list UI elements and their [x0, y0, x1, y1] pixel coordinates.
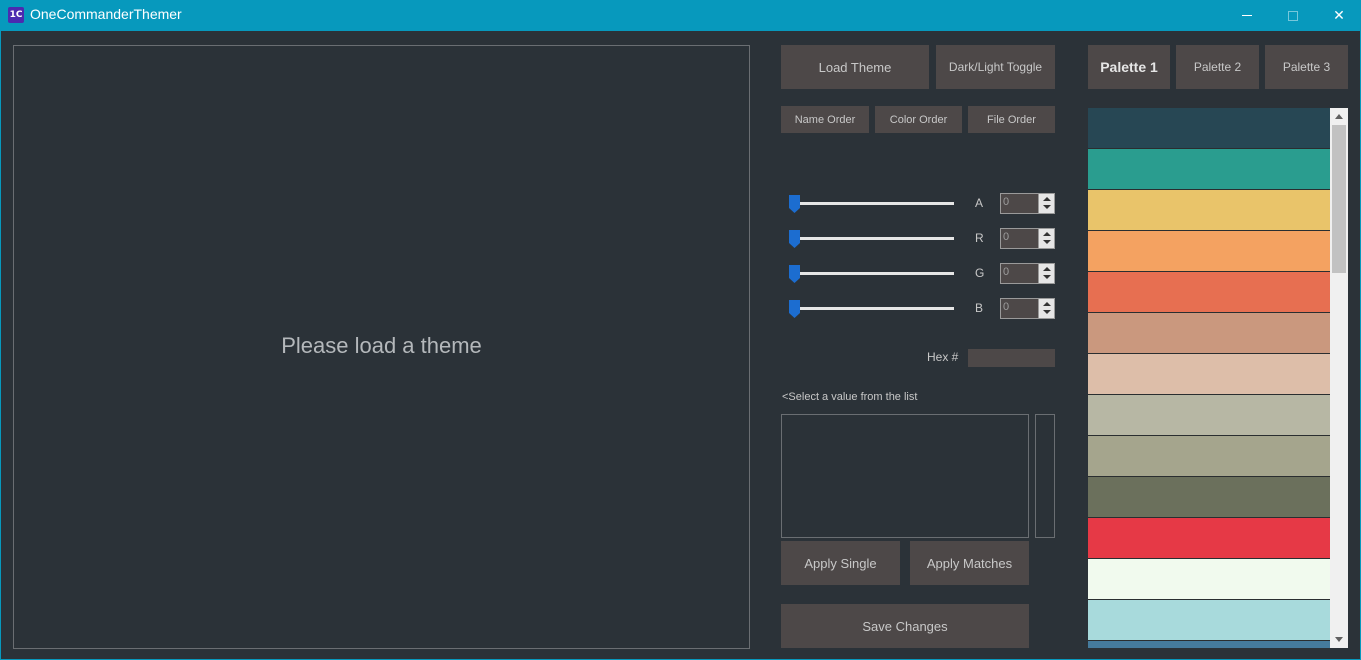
maximize-icon [1288, 10, 1298, 21]
title-bar: 1C OneCommanderThemer ✕ [0, 0, 1361, 31]
green-label: G [975, 266, 985, 280]
blue-value[interactable]: 0 [1003, 301, 1009, 313]
palette-swatch[interactable] [1088, 354, 1330, 395]
green-stepper[interactable]: 0 [1000, 263, 1055, 284]
window-title: OneCommanderThemer [30, 6, 182, 22]
blue-label: B [975, 301, 984, 315]
increment-arrow-icon[interactable] [1043, 232, 1051, 236]
maximize-button[interactable] [1270, 0, 1316, 31]
blue-slider-track[interactable] [789, 307, 954, 310]
green-slider-thumb[interactable] [789, 265, 800, 283]
hex-label: Hex # [927, 350, 959, 364]
app-logo-icon: 1C [8, 7, 24, 23]
decrement-arrow-icon[interactable] [1043, 240, 1051, 244]
palette-swatch[interactable] [1088, 149, 1330, 190]
theme-value-list[interactable] [781, 414, 1029, 538]
palette-1-tab[interactable]: Palette 1 [1088, 45, 1170, 89]
decrement-arrow-icon[interactable] [1043, 310, 1051, 314]
alpha-label: A [975, 196, 984, 210]
palette-swatch[interactable] [1088, 395, 1330, 436]
palette-swatch[interactable] [1088, 313, 1330, 354]
palette-swatch[interactable] [1088, 190, 1330, 231]
alpha-stepper[interactable]: 0 [1000, 193, 1055, 214]
red-slider-thumb[interactable] [789, 230, 800, 248]
blue-stepper-buttons[interactable] [1038, 299, 1054, 318]
palette-swatch[interactable] [1088, 477, 1330, 518]
red-stepper-buttons[interactable] [1038, 229, 1054, 248]
palette-swatch[interactable] [1088, 108, 1330, 149]
red-label: R [975, 231, 984, 245]
palette-swatch-list[interactable] [1088, 108, 1330, 648]
apply-matches-button[interactable]: Apply Matches [910, 541, 1029, 585]
green-slider-track[interactable] [789, 272, 954, 275]
hex-input[interactable] [968, 349, 1055, 367]
red-slider-track[interactable] [789, 237, 954, 240]
blue-slider-thumb[interactable] [789, 300, 800, 318]
red-stepper[interactable]: 0 [1000, 228, 1055, 249]
palette-swatch[interactable] [1088, 641, 1330, 648]
alpha-stepper-buttons[interactable] [1038, 194, 1054, 213]
minimize-button[interactable] [1224, 0, 1270, 31]
green-value[interactable]: 0 [1003, 266, 1009, 278]
load-theme-button[interactable]: Load Theme [781, 45, 929, 89]
palette-3-tab[interactable]: Palette 3 [1265, 45, 1348, 89]
increment-arrow-icon[interactable] [1043, 302, 1051, 306]
file-order-button[interactable]: File Order [968, 106, 1055, 133]
red-value[interactable]: 0 [1003, 231, 1009, 243]
palette-2-tab[interactable]: Palette 2 [1176, 45, 1259, 89]
blue-stepper[interactable]: 0 [1000, 298, 1055, 319]
palette-swatch[interactable] [1088, 600, 1330, 641]
decrement-arrow-icon[interactable] [1043, 205, 1051, 209]
apply-single-button[interactable]: Apply Single [781, 541, 900, 585]
decrement-arrow-icon[interactable] [1043, 275, 1051, 279]
alpha-slider-thumb[interactable] [789, 195, 800, 213]
palette-swatch[interactable] [1088, 559, 1330, 600]
palette-scrollbar[interactable] [1330, 108, 1348, 648]
increment-arrow-icon[interactable] [1043, 197, 1051, 201]
palette-swatch[interactable] [1088, 518, 1330, 559]
dark-light-toggle-button[interactable]: Dark/Light Toggle [936, 45, 1055, 89]
close-icon: ✕ [1333, 7, 1345, 24]
alpha-slider-track[interactable] [789, 202, 954, 205]
scroll-down-arrow-icon[interactable] [1335, 637, 1343, 642]
green-stepper-buttons[interactable] [1038, 264, 1054, 283]
palette-swatch[interactable] [1088, 231, 1330, 272]
theme-preview-panel: Please load a theme [13, 45, 750, 649]
alpha-value[interactable]: 0 [1003, 196, 1009, 208]
selected-color-swatch [1035, 414, 1055, 538]
scroll-up-arrow-icon[interactable] [1335, 114, 1343, 119]
palette-swatch[interactable] [1088, 272, 1330, 313]
name-order-button[interactable]: Name Order [781, 106, 869, 133]
empty-preview-message: Please load a theme [281, 333, 482, 358]
list-hint: <Select a value from the list [782, 391, 918, 403]
save-changes-button[interactable]: Save Changes [781, 604, 1029, 648]
increment-arrow-icon[interactable] [1043, 267, 1051, 271]
close-button[interactable]: ✕ [1316, 0, 1361, 31]
palette-swatch[interactable] [1088, 436, 1330, 477]
minimize-icon [1242, 15, 1252, 16]
color-order-button[interactable]: Color Order [875, 106, 962, 133]
scrollbar-thumb[interactable] [1332, 125, 1346, 273]
